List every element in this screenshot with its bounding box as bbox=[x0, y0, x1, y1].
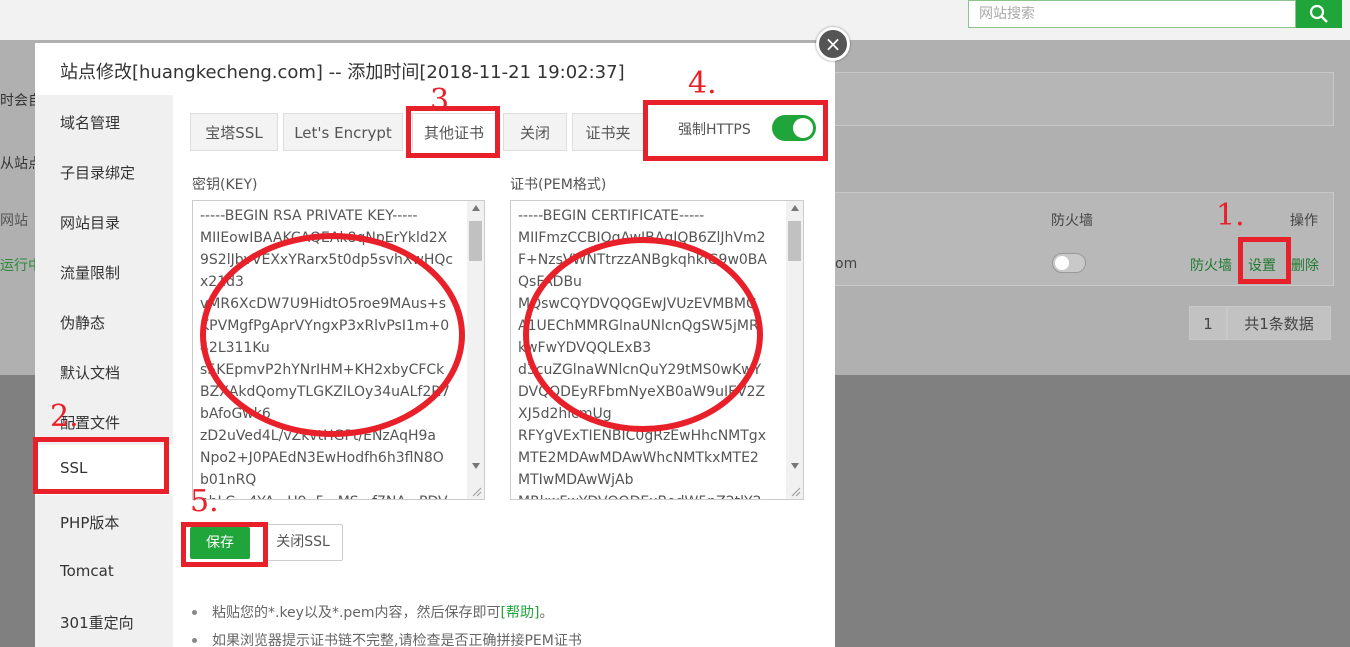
modal-sidebar: 域名管理 子目录绑定 网站目录 流量限制 伪静态 默认文档 配置文件 SSL P… bbox=[35, 95, 173, 647]
tip-text: 粘贴您的*.key以及*.pem内容，然后保存即可 bbox=[212, 605, 501, 621]
annotation-number: 1. bbox=[1216, 198, 1245, 233]
page-number[interactable]: 1 bbox=[1189, 306, 1227, 340]
search-button[interactable] bbox=[1296, 0, 1342, 28]
tips-list: 粘贴您的*.key以及*.pem内容，然后保存即可[帮助]。 如果浏览器提示证书… bbox=[190, 603, 582, 647]
close-ssl-button[interactable]: 关闭SSL bbox=[263, 524, 343, 561]
cert-scrollbar[interactable] bbox=[786, 201, 803, 499]
annotation-box-settings bbox=[1238, 237, 1291, 284]
table-header-firewall: 防火墙 bbox=[1051, 213, 1093, 229]
table-header-action: 操作 bbox=[1290, 213, 1318, 229]
modal-close-button[interactable]: × bbox=[816, 27, 850, 61]
annotation-number: 4. bbox=[688, 66, 717, 101]
annotation-number: 5. bbox=[190, 484, 219, 519]
annotation-box-force-https bbox=[643, 100, 828, 161]
sidebar-item-rewrite[interactable]: 伪静态 bbox=[60, 312, 105, 333]
resize-handle-icon[interactable] bbox=[472, 487, 482, 497]
annotation-circle-cert bbox=[523, 237, 763, 432]
row-firewall-link[interactable]: 防火墙 bbox=[1190, 255, 1232, 275]
row-delete-link[interactable]: 删除 bbox=[1291, 255, 1319, 275]
sidebar-item-subdir[interactable]: 子目录绑定 bbox=[60, 162, 135, 183]
tip-item: 粘贴您的*.key以及*.pem内容，然后保存即可[帮助]。 bbox=[190, 603, 582, 631]
tab-lets-encrypt[interactable]: Let's Encrypt bbox=[283, 113, 403, 151]
annotation-box-save bbox=[181, 522, 268, 567]
firewall-toggle[interactable] bbox=[1052, 253, 1086, 273]
annotation-box-ssl bbox=[33, 437, 169, 494]
tip-item: 如果浏览器提示证书链不完整,请检查是否正确拼接PEM证书 bbox=[190, 631, 582, 647]
annotation-circle-key bbox=[200, 233, 465, 437]
tab-bt-ssl[interactable]: 宝塔SSL bbox=[190, 113, 278, 151]
key-scrollbar[interactable] bbox=[467, 201, 484, 499]
bg-panel bbox=[820, 72, 1334, 126]
sidebar-item-redirect[interactable]: 301重定向 bbox=[60, 612, 134, 633]
sidebar-item-tomcat[interactable]: Tomcat bbox=[60, 562, 114, 580]
tip-text: 如果浏览器提示证书链不完整,请检查是否正确拼接PEM证书 bbox=[212, 633, 582, 647]
help-link[interactable]: [帮助] bbox=[501, 605, 540, 621]
sidebar-item-default-doc[interactable]: 默认文档 bbox=[60, 362, 120, 383]
bg-left-text: 网站 bbox=[0, 213, 28, 229]
resize-handle-icon[interactable] bbox=[791, 487, 801, 497]
annotation-number: 3. bbox=[430, 83, 459, 118]
sidebar-item-domain[interactable]: 域名管理 bbox=[60, 112, 120, 133]
close-icon: × bbox=[824, 32, 842, 56]
search-icon bbox=[1309, 4, 1328, 23]
modal-title: 站点修改[huangkecheng.com] -- 添加时间[2018-11-2… bbox=[60, 62, 625, 83]
sidebar-item-php[interactable]: PHP版本 bbox=[60, 512, 119, 533]
annotation-number: 2. bbox=[50, 399, 79, 434]
cert-label: 证书(PEM格式) bbox=[510, 177, 607, 193]
tab-close[interactable]: 关闭 bbox=[503, 113, 567, 151]
total-count: 共1条数据 bbox=[1227, 306, 1331, 340]
site-search-input[interactable]: 网站搜索 bbox=[968, 0, 1296, 28]
key-label: 密钥(KEY) bbox=[192, 177, 258, 193]
tip-suffix: 。 bbox=[539, 605, 554, 621]
sidebar-item-traffic[interactable]: 流量限制 bbox=[60, 262, 120, 283]
sidebar-item-site-dir[interactable]: 网站目录 bbox=[60, 212, 120, 233]
table-cell-domain: om bbox=[835, 256, 858, 272]
tab-cert-folder[interactable]: 证书夹 bbox=[572, 113, 644, 151]
